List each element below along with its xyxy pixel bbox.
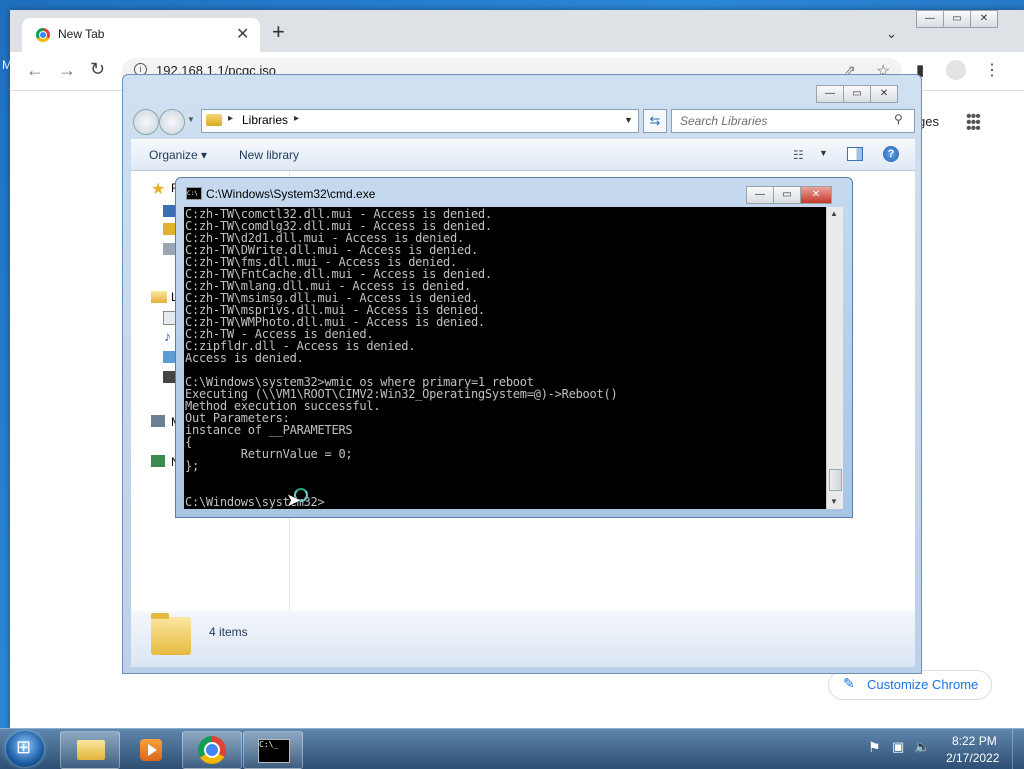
clock-date[interactable]: 2/17/2022 bbox=[946, 751, 999, 765]
taskbar-explorer[interactable] bbox=[60, 731, 120, 769]
network-icon bbox=[151, 455, 165, 467]
libraries-nav-icon bbox=[151, 291, 167, 303]
chrome-tab-strip: New Tab ✕ + ⌄ — ▭ ✕ bbox=[10, 10, 1024, 52]
recent-pages-dropdown-icon[interactable]: ▼ bbox=[187, 115, 195, 124]
library-folder-icon bbox=[151, 613, 191, 655]
scroll-down-icon[interactable]: ▼ bbox=[830, 497, 838, 506]
windows-logo-icon: ⊞ bbox=[16, 737, 32, 757]
explorer-window-controls: — ▭ ✕ bbox=[816, 85, 898, 103]
console-scrollbar[interactable]: ▲ ▼ bbox=[826, 207, 843, 509]
network-tray-icon[interactable]: ▣ bbox=[892, 739, 904, 755]
view-options-dropdown-icon[interactable]: ▼ bbox=[819, 148, 828, 158]
maximize-button[interactable]: ▭ bbox=[773, 186, 801, 204]
clock-time[interactable]: 8:22 PM bbox=[952, 734, 997, 748]
console-output[interactable]: C:zh-TW\comctl32.dll.mui - Access is den… bbox=[184, 207, 826, 509]
libraries-icon bbox=[206, 114, 222, 126]
preview-pane-icon[interactable] bbox=[847, 147, 863, 161]
cmd-window: C:\ C:\Windows\System32\cmd.exe — ▭ ✕ C:… bbox=[175, 177, 853, 518]
reload-icon[interactable]: ↻ bbox=[90, 59, 105, 80]
favorites-star-icon: ★ bbox=[151, 181, 166, 198]
close-button[interactable]: ✕ bbox=[970, 10, 998, 28]
explorer-address-bar[interactable]: ▸ Libraries ▸ ▼ bbox=[201, 109, 639, 133]
minimize-button[interactable]: — bbox=[816, 85, 844, 103]
tab-new-tab[interactable]: New Tab ✕ bbox=[22, 18, 260, 52]
breadcrumb-arrow-icon[interactable]: ▸ bbox=[228, 113, 233, 124]
chrome-menu-icon[interactable]: ⋮ bbox=[984, 60, 1000, 80]
google-apps-icon[interactable]: ••• ••• ••• bbox=[966, 109, 981, 137]
chrome-favicon-icon bbox=[36, 28, 50, 42]
scroll-thumb[interactable] bbox=[829, 469, 842, 491]
new-tab-button[interactable]: + bbox=[272, 21, 285, 43]
item-count: 4 items bbox=[209, 625, 248, 639]
search-input[interactable]: Search Libraries ⚲ bbox=[671, 109, 915, 133]
chrome-window-controls: — ▭ ✕ bbox=[916, 10, 998, 28]
tab-title: New Tab bbox=[58, 27, 105, 41]
tab-close-icon[interactable]: ✕ bbox=[236, 24, 249, 44]
customize-chrome-label: Customize Chrome bbox=[867, 677, 979, 692]
maximize-button[interactable]: ▭ bbox=[943, 10, 971, 28]
mouse-pointer-icon: ➤ bbox=[286, 490, 302, 510]
tab-search-icon[interactable]: ⌄ bbox=[886, 26, 897, 42]
new-library-button[interactable]: New library bbox=[239, 148, 299, 162]
back-button[interactable] bbox=[133, 109, 159, 135]
minimize-button[interactable]: — bbox=[746, 186, 774, 204]
refresh-icon[interactable]: ⇆ bbox=[643, 109, 667, 133]
volume-icon[interactable]: 🔈 bbox=[914, 739, 930, 755]
back-icon[interactable]: ← bbox=[26, 60, 44, 81]
maximize-button[interactable]: ▭ bbox=[843, 85, 871, 103]
media-player-icon bbox=[140, 739, 162, 761]
pencil-icon: ✎ bbox=[843, 675, 855, 691]
forward-icon[interactable]: → bbox=[58, 60, 76, 81]
organize-button[interactable]: Organize ▾ bbox=[149, 148, 207, 162]
folder-icon bbox=[77, 740, 105, 760]
details-pane: 4 items bbox=[131, 611, 915, 667]
cmd-window-controls: — ▭ ✕ bbox=[746, 186, 832, 204]
cmd-icon[interactable]: C:\ bbox=[186, 187, 202, 200]
search-icon[interactable]: ⚲ bbox=[894, 112, 903, 126]
profile-avatar-icon[interactable] bbox=[946, 60, 966, 80]
close-button[interactable]: ✕ bbox=[870, 85, 898, 103]
chrome-icon bbox=[198, 736, 226, 764]
address-dropdown-icon[interactable]: ▼ bbox=[624, 115, 633, 125]
forward-button[interactable] bbox=[159, 109, 185, 135]
cmd-title: C:\Windows\System32\cmd.exe bbox=[206, 187, 376, 201]
minimize-button[interactable]: — bbox=[916, 10, 944, 28]
music-icon[interactable]: ♪ bbox=[164, 328, 171, 344]
search-placeholder: Search Libraries bbox=[680, 114, 768, 128]
taskbar-chrome[interactable] bbox=[182, 731, 242, 769]
close-button[interactable]: ✕ bbox=[800, 186, 832, 204]
customize-chrome-button[interactable]: ✎ Customize Chrome bbox=[828, 670, 992, 700]
taskbar-media-player[interactable] bbox=[121, 731, 181, 769]
explorer-command-bar: Organize ▾ New library ☷ ▼ ? bbox=[131, 139, 915, 171]
change-view-icon[interactable]: ☷ bbox=[793, 148, 804, 162]
taskbar-cmd[interactable]: C:\_ bbox=[243, 731, 303, 769]
help-icon[interactable]: ? bbox=[883, 146, 899, 162]
breadcrumb-libraries[interactable]: Libraries bbox=[242, 113, 288, 127]
cmd-icon: C:\_ bbox=[258, 739, 290, 763]
show-desktop-button[interactable] bbox=[1012, 729, 1024, 769]
taskbar: ⊞ C:\_ ⚑ ▣ 🔈 8:22 PM 2/17/2022 bbox=[0, 728, 1024, 769]
action-center-flag-icon[interactable]: ⚑ bbox=[868, 739, 881, 756]
console-text: C:zh-TW\comctl32.dll.mui - Access is den… bbox=[185, 207, 618, 509]
computer-icon bbox=[151, 415, 165, 427]
start-button[interactable]: ⊞ bbox=[6, 731, 44, 767]
scroll-up-icon[interactable]: ▲ bbox=[830, 209, 838, 218]
breadcrumb-arrow-icon[interactable]: ▸ bbox=[294, 113, 299, 124]
